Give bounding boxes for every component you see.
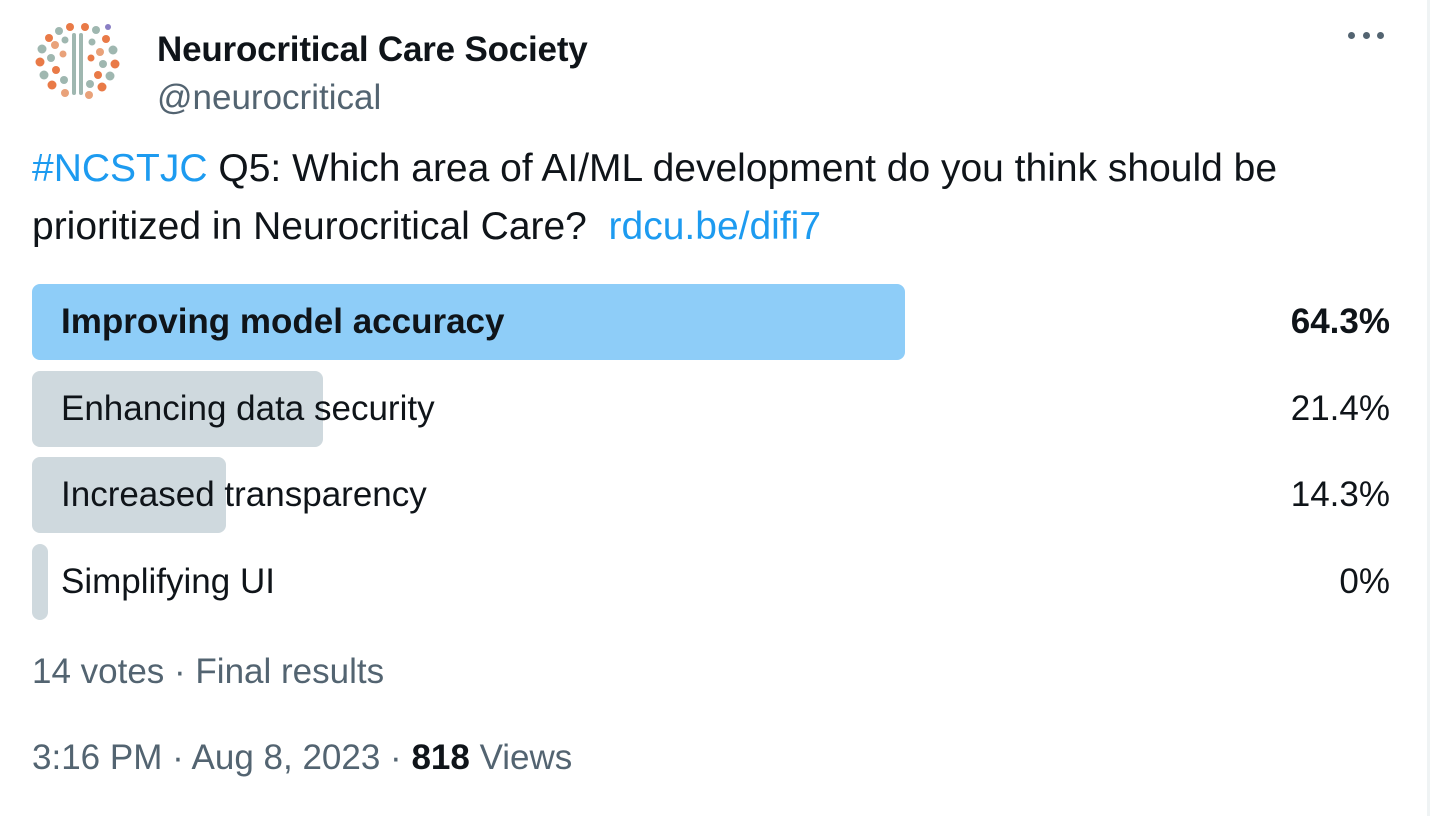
poll-option-percent: 21.4%	[1290, 388, 1390, 428]
poll-option: Enhancing data security 21.4%	[32, 370, 1390, 447]
meta-separator: ·	[380, 738, 412, 777]
poll-option-percent: 64.3%	[1290, 302, 1390, 341]
tweet-date[interactable]: Aug 8, 2023	[192, 738, 381, 777]
more-dot	[1362, 31, 1370, 39]
poll-option: Simplifying UI 0%	[32, 543, 1390, 620]
display-name[interactable]: Neurocritical Care Society	[157, 30, 588, 70]
poll-option-label: Simplifying UI	[61, 561, 275, 601]
poll-option-label: Improving model accuracy	[61, 302, 505, 341]
poll-option-percent: 0%	[1339, 561, 1390, 601]
poll-option-label: Enhancing data security	[61, 388, 435, 428]
avatar[interactable]	[32, 18, 122, 102]
tweet-text: #NCSTJC Q5: Which area of AI/ML developm…	[32, 140, 1402, 256]
more-dot	[1348, 31, 1355, 39]
tweet-header: Neurocritical Care Society @neurocritica…	[32, 16, 1398, 117]
poll-option: Improving model accuracy 64.3%	[32, 284, 1390, 360]
poll-option-percent: 14.3%	[1290, 475, 1390, 514]
more-options-icon[interactable]	[1344, 20, 1388, 50]
poll-status: Final results	[195, 652, 385, 691]
more-dot	[1377, 31, 1384, 39]
tweet-timestamp: 3:16 PM · Aug 8, 2023 · 818 Views	[32, 738, 572, 778]
user-handle[interactable]: @neurocritical	[157, 78, 381, 118]
vote-count: 14 votes	[32, 652, 165, 691]
brain-logo-icon	[35, 23, 120, 99]
tweet-time[interactable]: 3:16 PM	[32, 738, 162, 777]
poll-option-bar	[32, 543, 48, 620]
meta-separator: ·	[162, 738, 192, 777]
views-label: Views	[469, 738, 573, 777]
url-link[interactable]: rdcu.be/difi7	[609, 205, 821, 248]
meta-separator: ·	[164, 652, 196, 691]
poll-option: Increased transparency 14.3%	[32, 457, 1390, 533]
hashtag-link[interactable]: #NCSTJC	[32, 147, 208, 190]
poll-meta: 14 votes · Final results	[32, 652, 384, 692]
poll-option-label: Increased transparency	[61, 475, 427, 514]
poll: Improving model accuracy 64.3% Enhancing d…	[32, 284, 1390, 630]
views-count: 818	[411, 738, 470, 777]
